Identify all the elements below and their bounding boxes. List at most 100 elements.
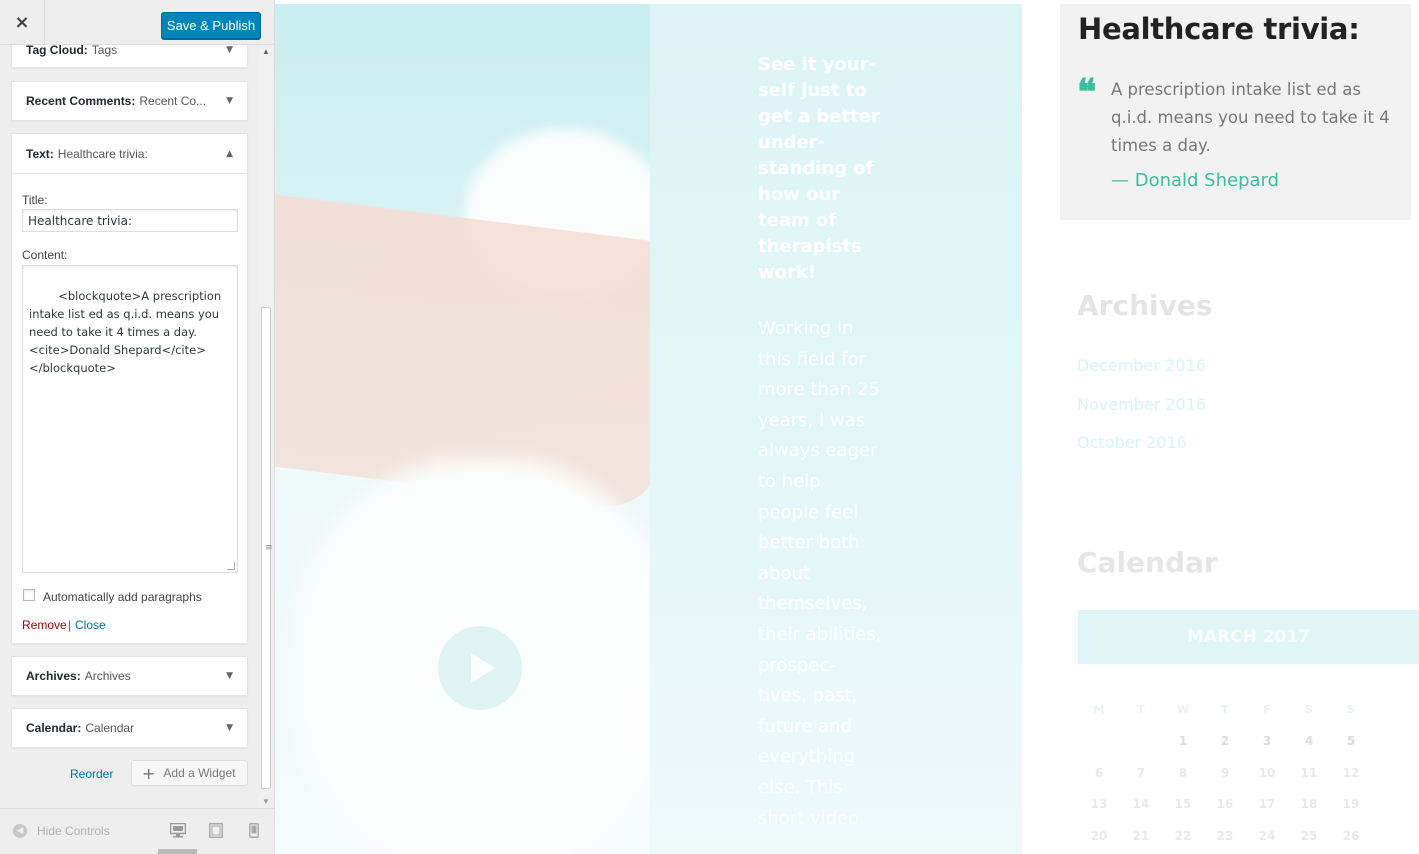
hero-image <box>275 4 650 854</box>
widget-title: Healthcare trivia: <box>57 146 148 161</box>
widget-name: Recent Comments: <box>26 94 136 108</box>
reorder-link[interactable]: Reorder <box>70 767 113 781</box>
calendar-week-row: 1 2 3 4 5 <box>1078 726 1419 758</box>
widget-name: Archives: <box>26 669 81 683</box>
widget-title: Archives <box>84 669 131 683</box>
calendar-week-row: 6 7 8 9 10 11 12 <box>1078 757 1419 789</box>
calendar-day: 11 <box>1300 765 1318 780</box>
archives-title: Archives <box>1077 289 1213 322</box>
teal-heading: See it your-self just to get a better un… <box>758 54 880 283</box>
weekday-label: M <box>1093 703 1105 717</box>
title-label: Title: <box>22 193 48 207</box>
grip-icon: ≡ <box>265 543 273 553</box>
calendar-day: 16 <box>1216 797 1234 812</box>
weekday-label: T <box>1137 703 1145 717</box>
plus-icon: + <box>142 763 156 783</box>
weekday-label: S <box>1305 703 1313 717</box>
expand-arrow-icon[interactable]: ▼ <box>226 45 233 55</box>
customizer-sidebar: Tag Cloud: Tags ▼ Recent Comments: Recen… <box>0 0 275 854</box>
calendar-day: 12 <box>1342 765 1360 780</box>
calendar-day: 9 <box>1220 765 1230 780</box>
teal-body-text: Working in this field for more than 25 y… <box>758 318 882 829</box>
auto-paragraph-checkbox[interactable] <box>23 589 35 601</box>
widget-name: Text: <box>26 146 54 161</box>
widget-title: Calendar <box>85 721 135 735</box>
scrollbar-thumb[interactable]: ≡ <box>261 307 273 789</box>
calendar-day: 24 <box>1258 828 1276 843</box>
play-button[interactable] <box>438 626 522 710</box>
calendar-grid: M T W T F S S 1 2 3 4 5 6 7 8 9 10 11 12… <box>1078 694 1419 852</box>
customizer-header: × Save & Publish <box>0 0 274 45</box>
expand-arrow-icon[interactable]: ▼ <box>226 96 233 106</box>
widget-text: Text: Healthcare trivia: ▲ Title: Conten… <box>11 133 248 644</box>
archive-link[interactable]: October 2016 <box>1077 433 1187 452</box>
calendar-day: 15 <box>1174 797 1192 812</box>
mobile-icon[interactable] <box>249 823 259 843</box>
weekday-label: S <box>1347 703 1355 717</box>
quote-cite: — Donald Shepard <box>1111 170 1280 191</box>
archive-link[interactable]: November 2016 <box>1077 395 1206 414</box>
widget-calendar[interactable]: Calendar: Calendar ▼ <box>11 708 248 748</box>
calendar-day: 19 <box>1342 797 1360 812</box>
calendar-day: 10 <box>1258 765 1276 780</box>
scroll-up-icon[interactable]: ▲ <box>262 47 270 56</box>
archive-link[interactable]: December 2016 <box>1077 356 1206 375</box>
title-input[interactable] <box>22 209 238 232</box>
resize-handle-icon[interactable] <box>227 562 235 570</box>
widget-header[interactable]: Archives: Archives ▼ <box>12 657 247 695</box>
widget-header[interactable]: Text: Healthcare trivia: ▲ <box>12 134 247 174</box>
auto-paragraph-label: Automatically add paragraphs <box>43 590 202 604</box>
teal-content-column: See it your-self just to get a better un… <box>650 4 1022 854</box>
close-icon[interactable]: × <box>0 0 45 45</box>
customizer-footer: ◀ Hide Controls <box>0 808 274 854</box>
collapse-arrow-icon: ◀ <box>13 824 27 838</box>
calendar-day: 20 <box>1090 828 1108 843</box>
content-text: <blockquote>A prescription intake list e… <box>29 289 225 375</box>
close-link[interactable]: Close <box>75 618 106 632</box>
scrollbar[interactable]: ▲ ≡ ▼ <box>259 45 273 808</box>
tablet-icon[interactable] <box>209 823 223 843</box>
calendar-title: Calendar <box>1077 546 1218 579</box>
desktop-icon[interactable] <box>169 822 187 843</box>
trivia-title: Healthcare trivia: <box>1078 12 1360 46</box>
calendar-day: 5 <box>1346 734 1356 749</box>
preview-widget-area: Healthcare trivia: ❝ A prescription inta… <box>1022 4 1419 854</box>
expand-arrow-icon[interactable]: ▼ <box>226 723 233 733</box>
hide-controls-button[interactable]: ◀ Hide Controls <box>13 824 110 838</box>
widget-title: Recent Co... <box>139 94 207 108</box>
widget-header[interactable]: Calendar: Calendar ▼ <box>12 709 247 747</box>
calendar-day: 4 <box>1304 734 1314 749</box>
collapse-arrow-icon[interactable]: ▲ <box>226 149 233 159</box>
calendar-week-row: 13 14 15 16 17 18 19 <box>1078 789 1419 821</box>
calendar-day: 18 <box>1300 797 1318 812</box>
calendar-day: 26 <box>1342 828 1360 843</box>
quote-icon: ❝ <box>1077 71 1097 113</box>
trivia-widget[interactable]: Healthcare trivia: ❝ A prescription inta… <box>1060 4 1411 220</box>
weekday-label: W <box>1176 703 1190 717</box>
scroll-down-icon[interactable]: ▼ <box>262 797 270 806</box>
widget-header[interactable]: Recent Comments: Recent Co... ▼ <box>12 82 247 120</box>
calendar-day: 3 <box>1262 734 1272 749</box>
widget-name: Tag Cloud: <box>26 43 88 57</box>
active-device-indicator <box>158 849 197 854</box>
weekday-label: F <box>1263 703 1271 717</box>
calendar-day: 8 <box>1178 765 1188 780</box>
calendar-weekday-row: M T W T F S S <box>1078 694 1419 726</box>
hide-controls-label: Hide Controls <box>37 824 110 838</box>
weekday-label: T <box>1221 703 1229 717</box>
calendar-day: 23 <box>1216 828 1234 843</box>
remove-link[interactable]: Remove <box>22 618 67 632</box>
widget-title: Tags <box>91 43 118 57</box>
calendar-day: 13 <box>1090 797 1108 812</box>
content-textarea[interactable]: <blockquote>A prescription intake list e… <box>22 265 238 573</box>
calendar-day: 7 <box>1136 765 1146 780</box>
save-publish-button[interactable]: Save & Publish <box>161 12 261 39</box>
calendar-day: 2 <box>1220 734 1230 749</box>
calendar-day: 1 <box>1178 734 1188 749</box>
widget-recent-comments[interactable]: Recent Comments: Recent Co... ▼ <box>11 81 248 121</box>
calendar-day: 6 <box>1094 765 1104 780</box>
add-widget-button[interactable]: + Add a Widget <box>131 760 248 786</box>
expand-arrow-icon[interactable]: ▼ <box>226 671 233 681</box>
link-separator: | <box>68 618 72 632</box>
widget-archives[interactable]: Archives: Archives ▼ <box>11 656 248 696</box>
